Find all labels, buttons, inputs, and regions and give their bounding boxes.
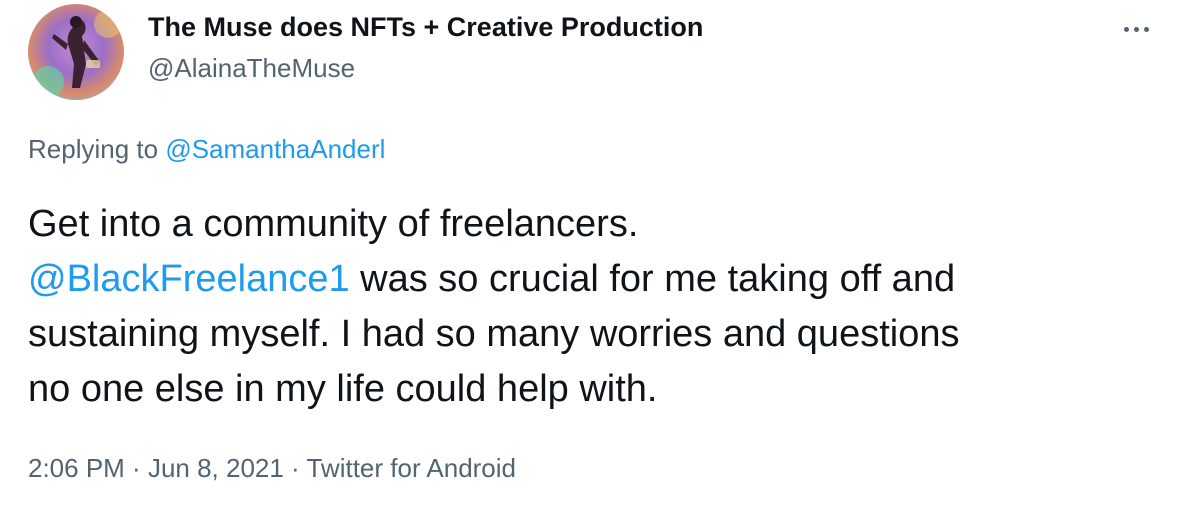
tweet-metadata: 2:06 PM · Jun 8, 2021 · Twitter for Andr…	[28, 453, 516, 484]
tweet-text: Get into a community of freelancers. @Bl…	[28, 197, 1168, 417]
tweet-source[interactable]: Twitter for Android	[306, 453, 516, 483]
more-dot	[1123, 26, 1129, 32]
avatar-image	[28, 4, 124, 100]
more-dot	[1133, 26, 1139, 32]
tweet-text-line: no one else in my life could help with.	[28, 368, 658, 410]
tweet-text-line: @BlackFreelance1 was so crucial for me t…	[28, 252, 1168, 307]
meta-separator: ·	[283, 453, 307, 483]
reply-to-handle-link[interactable]: @SamanthaAnderl	[165, 134, 385, 164]
more-dot	[1143, 26, 1149, 32]
tweet-date[interactable]: Jun 8, 2021	[148, 453, 284, 483]
replying-to-label: Replying to	[28, 134, 166, 164]
avatar[interactable]	[28, 4, 124, 100]
tweet-text-line: Get into a community of freelancers.	[28, 203, 639, 245]
tweet-text-fragment: was so crucial for me taking off and	[349, 258, 956, 300]
mention-link[interactable]: @BlackFreelance1	[28, 258, 350, 300]
tweet-text-line: sustaining myself. I had so many worries…	[28, 313, 960, 355]
author-handle[interactable]: @AlainaTheMuse	[148, 53, 355, 84]
tweet-time[interactable]: 2:06 PM	[28, 453, 125, 483]
author-display-name[interactable]: The Muse does NFTs + Creative Production	[148, 12, 703, 43]
meta-separator: ·	[124, 453, 148, 483]
more-horizontal-icon[interactable]	[1118, 14, 1154, 44]
replying-to: Replying to @SamanthaAnderl	[28, 134, 385, 165]
tweet-card: The Muse does NFTs + Creative Production…	[0, 0, 1182, 514]
